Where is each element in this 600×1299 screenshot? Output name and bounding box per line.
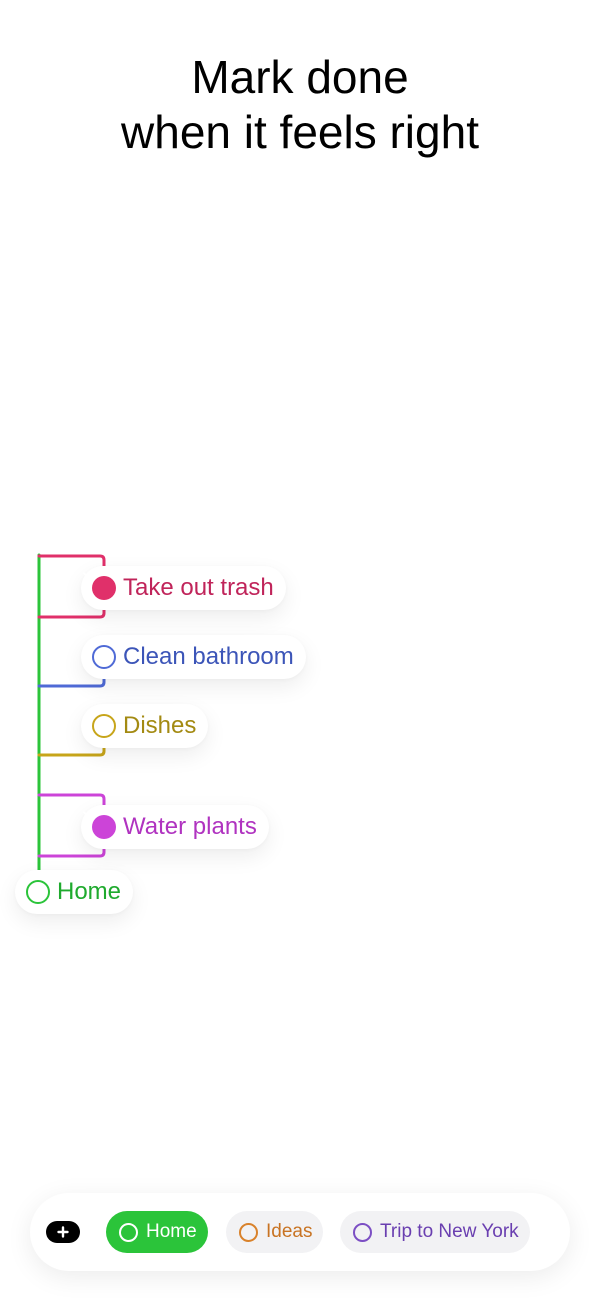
check-circle-icon[interactable] [83, 569, 116, 600]
task-take-out-trash[interactable]: Take out trash [81, 566, 286, 610]
tab-ideas[interactable]: Ideas [226, 1211, 324, 1253]
task-label: Clean bathroom [123, 643, 294, 670]
empty-circle-icon [353, 1222, 372, 1242]
tab-label: Ideas [266, 1221, 313, 1242]
task-home[interactable]: Home [15, 870, 134, 914]
tab-trip-to-new-york[interactable]: Trip to New York [340, 1211, 530, 1253]
empty-circle-icon[interactable] [26, 880, 50, 904]
task-dishes[interactable]: Dishes [81, 704, 209, 748]
task-label: Dishes [123, 712, 197, 739]
empty-circle-icon [239, 1222, 258, 1242]
task-label: Take out trash [123, 574, 274, 601]
tab-label: Trip to New York [380, 1221, 519, 1242]
task-label: Water plants [123, 813, 257, 840]
add-button[interactable] [46, 1221, 80, 1243]
empty-circle-icon [119, 1222, 138, 1242]
check-circle-icon[interactable] [83, 808, 116, 839]
tab-bar: Home Ideas Trip to New York [30, 1193, 570, 1271]
task-water-plants[interactable]: Water plants [81, 805, 269, 849]
plus-icon [57, 1226, 69, 1238]
task-tree: Take out trash Clean bathroom Dishes Wat… [0, 0, 600, 1299]
empty-circle-icon[interactable] [92, 645, 116, 669]
tab-home[interactable]: Home [106, 1211, 208, 1253]
tab-label: Home [146, 1221, 197, 1242]
task-label: Home [57, 878, 122, 905]
task-clean-bathroom[interactable]: Clean bathroom [81, 635, 306, 679]
empty-circle-icon[interactable] [92, 714, 116, 738]
